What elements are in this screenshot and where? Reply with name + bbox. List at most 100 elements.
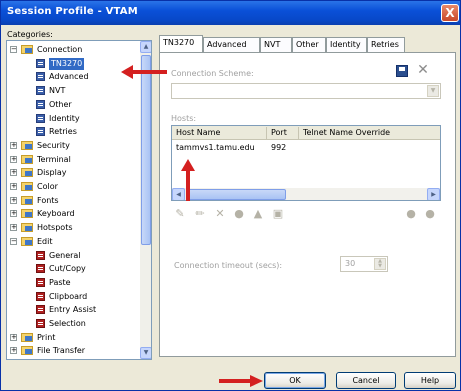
tree-item-terminal[interactable]: + Terminal — [7, 154, 137, 166]
collapse-icon[interactable]: − — [10, 46, 17, 53]
tree-item-label: Selection — [49, 319, 86, 328]
pencil-icon[interactable]: ✏ — [194, 208, 206, 220]
tree-item-label: Keyboard — [37, 209, 75, 219]
delete-scheme-icon[interactable]: ✕ — [415, 62, 431, 78]
hosts-list[interactable]: Host Name Port Telnet Name Override tamm… — [171, 125, 441, 201]
tree-item-other[interactable]: Other — [7, 99, 137, 111]
spinner-arrows-icon[interactable]: ▲ ▼ — [374, 258, 386, 270]
settings-page-icon — [36, 99, 45, 109]
tree-item-label: Clipboard — [49, 291, 88, 301]
tree-vertical-scrollbar[interactable]: ▲ ▼ — [140, 41, 151, 359]
tree-item-identity[interactable]: Identity — [7, 113, 137, 125]
expand-icon[interactable]: + — [10, 169, 17, 177]
tree-item-label: Color — [37, 182, 58, 191]
settings-page-icon — [36, 319, 45, 328]
annotation-arrow-host — [181, 159, 195, 201]
expand-icon[interactable]: + — [10, 196, 17, 204]
tree-item-selection[interactable]: Selection — [7, 318, 137, 330]
tree-item-entry-assist[interactable]: Entry Assist — [7, 304, 137, 316]
title-bar[interactable]: Session Profile - VTAM X — [1, 1, 460, 25]
folder-icon — [21, 168, 33, 178]
expand-icon[interactable]: + — [10, 183, 17, 190]
category-tree[interactable]: − Connection TN3270 Advanced NVT Other Identit… — [6, 40, 152, 360]
tree-item-general[interactable]: General — [7, 250, 137, 262]
tab-nvt[interactable]: NVT — [260, 37, 292, 52]
tree-item-advanced[interactable]: Advanced — [7, 71, 137, 83]
tree-item-label: Security — [37, 140, 70, 150]
tree-item-nvt[interactable]: NVT — [7, 85, 137, 97]
tree-item-label: Advanced — [49, 72, 89, 82]
tree-item-label: Edit — [37, 236, 53, 246]
tree-item-label: Cut/Copy — [49, 264, 86, 274]
timeout-spinner[interactable]: 30 ▲ ▼ — [340, 256, 388, 272]
expand-icon[interactable]: + — [10, 155, 17, 163]
tree-item-retries[interactable]: Retries — [7, 126, 137, 138]
expand-icon[interactable]: + — [10, 333, 17, 341]
tree-item-file-transfer[interactable]: + File Transfer — [7, 345, 137, 357]
hosts-horizontal-scrollbar[interactable]: ◀ ▶ — [172, 188, 440, 200]
tree-item-label: Retries — [49, 127, 77, 137]
tree-item-security[interactable]: + Security — [7, 140, 137, 152]
ok-button[interactable]: OK — [264, 372, 326, 389]
tree-item-edit[interactable]: − Edit — [7, 236, 137, 248]
cancel-button[interactable]: Cancel — [336, 372, 396, 389]
collapse-icon[interactable]: − — [10, 237, 17, 245]
connection-scheme-dropdown[interactable]: ▼ — [171, 83, 441, 99]
expand-icon[interactable]: + — [10, 141, 17, 149]
connection-timeout-label: Connection timeout (secs): — [174, 261, 283, 270]
tab-other[interactable]: Other — [292, 37, 326, 52]
tree-item-keyboard[interactable]: + Keyboard — [7, 208, 137, 220]
delete-host-icon[interactable]: ✕ — [214, 208, 226, 220]
chevron-down-icon[interactable]: ▼ — [427, 85, 439, 97]
filter-icon[interactable]: ▲ — [252, 208, 264, 220]
connection-scheme-label: Connection Scheme: — [171, 69, 254, 78]
save-icon[interactable] — [396, 65, 408, 77]
tree-item-label: Hotspots — [37, 223, 73, 233]
column-port[interactable]: Port — [267, 127, 299, 139]
scroll-thumb[interactable] — [141, 55, 151, 245]
tree-item-cut-copy[interactable]: Cut/Copy — [7, 263, 137, 275]
find-host-icon[interactable]: ● — [233, 208, 245, 220]
help-button[interactable]: Help — [404, 372, 456, 389]
expand-icon[interactable]: + — [10, 224, 17, 232]
close-icon[interactable]: X — [441, 4, 459, 22]
copy-icon[interactable]: ▣ — [272, 208, 284, 220]
tree-item-color[interactable]: + Color — [7, 181, 137, 193]
folder-icon — [21, 182, 33, 191]
tree-item-print[interactable]: + Print — [7, 332, 137, 344]
tab-advanced[interactable]: Advanced — [203, 37, 260, 52]
move-up-icon[interactable]: ● — [405, 208, 417, 220]
folder-icon — [21, 223, 33, 233]
tree-item-label: File Transfer — [37, 346, 86, 356]
expand-icon[interactable]: + — [10, 210, 17, 218]
tree-item-label: NVT — [49, 86, 66, 96]
tree-item-paste[interactable]: Paste — [7, 277, 137, 289]
settings-page-icon — [36, 127, 45, 137]
timeout-value: 30 — [345, 259, 356, 268]
tab-retries[interactable]: Retries — [367, 37, 405, 52]
settings-page-icon — [36, 264, 45, 274]
scroll-thumb[interactable] — [186, 189, 286, 200]
settings-page-icon — [36, 86, 45, 96]
tree-item-tn3270[interactable]: TN3270 — [7, 57, 137, 70]
column-telnet-override[interactable]: Telnet Name Override — [299, 127, 440, 139]
move-down-icon[interactable]: ● — [424, 208, 436, 220]
tree-item-connection[interactable]: − Connection — [7, 44, 137, 56]
tree-item-label: TN3270 — [49, 57, 85, 70]
settings-page-icon — [36, 113, 45, 123]
folder-icon — [21, 346, 33, 356]
tab-tn3270[interactable]: TN3270 — [159, 35, 203, 52]
hosts-label: Hosts: — [171, 114, 197, 123]
edit-host-icon[interactable]: ✎ — [174, 208, 186, 220]
scroll-down-icon[interactable]: ▼ — [140, 347, 151, 359]
annotation-arrow-tree — [121, 65, 167, 79]
tab-identity[interactable]: Identity — [326, 37, 367, 52]
tree-item-display[interactable]: + Display — [7, 167, 137, 179]
expand-icon[interactable]: + — [10, 347, 17, 355]
scroll-right-icon[interactable]: ▶ — [427, 188, 440, 200]
tree-item-fonts[interactable]: + Fonts — [7, 195, 137, 207]
scroll-up-icon[interactable]: ▲ — [140, 41, 151, 53]
tree-item-hotspots[interactable]: + Hotspots — [7, 222, 137, 234]
tree-item-clipboard[interactable]: Clipboard — [7, 291, 137, 303]
column-host-name[interactable]: Host Name — [172, 127, 267, 139]
